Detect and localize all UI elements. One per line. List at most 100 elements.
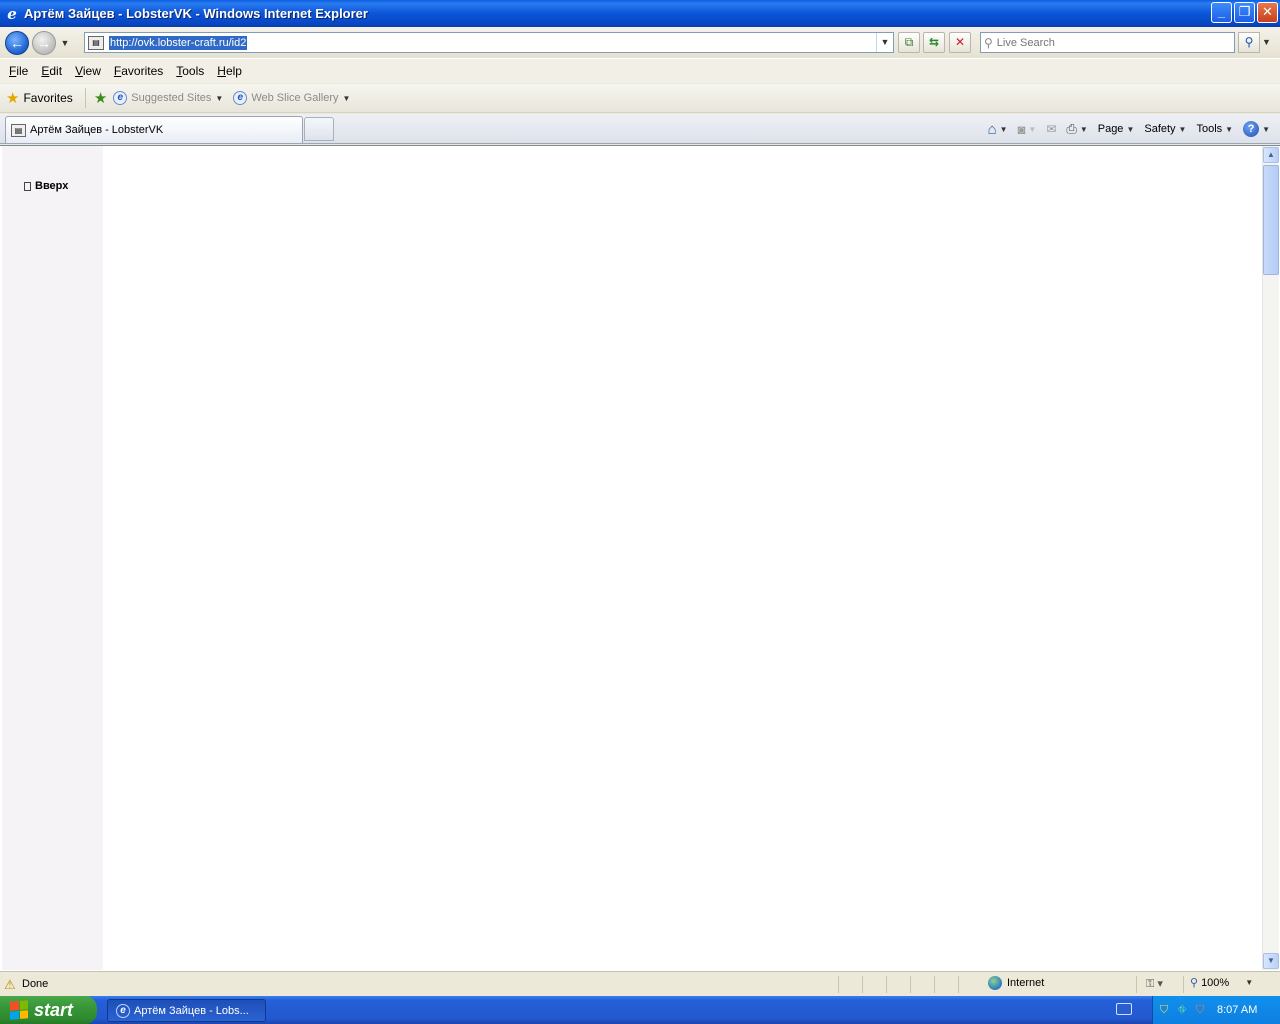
menu-file[interactable]: File [9,64,28,78]
search-options-dropdown[interactable]: ▼ [1262,37,1271,47]
ie-icon: e [116,1003,130,1018]
home-icon: ⌂ [987,120,997,138]
suggested-sites-link[interactable]: e Suggested Sites ▼ [113,91,223,105]
start-button[interactable]: start [0,996,97,1024]
separator [84,88,86,108]
ie-icon: e [7,4,17,23]
chevron-down-icon[interactable]: ▼ [1080,125,1088,134]
menu-favorites[interactable]: Favorites [114,64,163,78]
chevron-down-icon: ▼ [342,93,351,103]
search-icon: ⚲ [984,35,993,50]
menu-tools[interactable]: Tools [176,64,204,78]
forward-button[interactable]: → [32,30,56,55]
status-panel-divider [1136,976,1137,993]
help-button[interactable]: ? ▼ [1243,121,1270,137]
clock[interactable]: 8:07 AM [1217,1004,1257,1016]
command-bar: ⌂ ▼ ◙ ▼ ✉ ⎙ ▼ Page ▼ Safety ▼ Tools ▼ ? … [978,118,1270,140]
keyboard-icon[interactable] [1116,1003,1132,1015]
page-menu-button[interactable]: Page ▼ [1098,123,1135,135]
back-button[interactable]: ← [5,30,29,55]
search-box[interactable]: ⚲ [980,32,1235,53]
taskbar-window-button[interactable]: e Артём Зайцев - Lobs... [107,999,266,1022]
home-button[interactable]: ⌂ ▼ [988,121,1008,138]
close-button[interactable]: ✕ [1257,2,1278,23]
zoom-control[interactable]: ⚲ 100% ▼ [1190,976,1254,990]
menu-view[interactable]: View [75,64,101,78]
protected-mode-icon[interactable]: ⚿ ▾ [1146,977,1163,991]
chevron-down-icon: ▼ [1178,124,1187,134]
page-icon: ▤ [11,123,26,137]
restore-button[interactable]: ❐ [1234,2,1255,23]
status-text: Done [22,978,49,990]
compatibility-view-button[interactable]: ⧉ [898,32,920,53]
safety-menu-label: Safety [1144,123,1176,135]
chevron-down-icon: ▼ [1245,978,1254,987]
web-slice-gallery-label: Web Slice Gallery [251,92,339,104]
print-button[interactable]: ⎙ ▼ [1066,121,1087,137]
status-panel-divider [1183,976,1184,993]
system-tray: ⛉ ⛗ ⛉ 8:07 AM [1152,996,1280,1024]
address-input[interactable]: http://ovk.lobster-craft.ru/id2 [109,35,248,50]
search-go-button[interactable]: ⚲ [1238,32,1260,53]
title-bar: e Артём Зайцев - LobsterVK - Windows Int… [0,0,1280,27]
address-dropdown-button[interactable]: ▼ [876,33,893,52]
missing-glyph-icon [24,181,31,191]
favorites-button[interactable]: ★ Favorites [6,89,73,107]
menu-edit[interactable]: Edit [41,64,62,78]
chevron-down-icon: ▼ [1225,124,1234,134]
status-panel-divider [886,976,887,993]
feeds-button[interactable]: ◙ ▼ [1018,122,1037,137]
read-mail-button[interactable]: ✉ [1046,122,1056,136]
window-title: Артём Зайцев - LobsterVK - Windows Inter… [24,6,368,21]
address-bar[interactable]: ▤ http://ovk.lobster-craft.ru/id2 ▼ [84,32,894,53]
security-zone[interactable]: Internet [988,976,1044,990]
recent-pages-dropdown[interactable]: ▼ [58,38,72,48]
scroll-down-button[interactable]: ▼ [1263,953,1279,969]
tools-menu-button[interactable]: Tools ▼ [1196,123,1233,135]
page-icon: ▤ [88,35,104,50]
zoom-level: 100% [1201,976,1230,989]
network-icon[interactable]: ⛗ [1175,1003,1189,1017]
security-alert-icon[interactable]: ⛉ [1193,1003,1207,1017]
security-shield-icon[interactable]: ⛉ [1157,1003,1171,1017]
refresh-button[interactable]: ⇆ [923,32,945,53]
zoom-icon: ⚲ [1190,977,1199,989]
windows-logo-icon [10,1000,28,1020]
add-to-favorites-bar-icon[interactable]: ★ [94,89,107,107]
start-label: start [34,999,74,1020]
scroll-to-top-label: Вверх [35,180,69,192]
chevron-down-icon[interactable]: ▼ [1000,125,1008,134]
menu-help[interactable]: Help [217,64,242,78]
scroll-to-top-link[interactable]: Вверх [24,180,68,192]
ie-page-icon: e [113,91,128,105]
page-viewport[interactable]: Вверх ▲ ▼ [0,145,1280,971]
page-menu-label: Page [1097,123,1124,135]
status-bar: ⚠ Done Internet ⚿ ▾ ⚲ 100% ▼ [0,971,1280,996]
suggested-sites-label: Suggested Sites [131,92,212,104]
search-input[interactable] [996,36,1217,49]
star-icon: ★ [6,90,20,107]
chevron-down-icon: ▼ [1028,124,1037,134]
tab-label: Артём Зайцев - LobsterVK [30,124,164,136]
web-slice-gallery-link[interactable]: e Web Slice Gallery ▼ [233,91,350,105]
printer-icon: ⎙ [1066,121,1077,136]
address-row: ← → ▼ ▤ http://ovk.lobster-craft.ru/id2 … [0,27,1280,58]
warning-icon: ⚠ [4,976,16,992]
favorites-bar: ★ Favorites ★ e Suggested Sites ▼ e Web … [0,84,1280,113]
status-panel-divider [838,976,839,993]
tab-active[interactable]: ▤ Артём Зайцев - LobsterVK [5,116,303,143]
safety-menu-button[interactable]: Safety ▼ [1144,123,1186,135]
scrollbar-thumb[interactable] [1263,165,1279,275]
new-tab-button[interactable] [304,117,334,141]
mail-icon: ✉ [1046,122,1057,136]
status-panel-divider [862,976,863,993]
status-panel-divider [958,976,959,993]
stop-button[interactable]: ✕ [949,32,971,53]
tools-menu-label: Tools [1196,123,1223,135]
minimize-button[interactable]: _ [1211,2,1232,23]
rss-icon: ◙ [1017,121,1026,137]
vertical-scrollbar[interactable]: ▲ ▼ [1262,146,1279,970]
scroll-up-button[interactable]: ▲ [1263,147,1279,163]
status-panel-divider [934,976,935,993]
chevron-down-icon: ▼ [1262,124,1270,134]
